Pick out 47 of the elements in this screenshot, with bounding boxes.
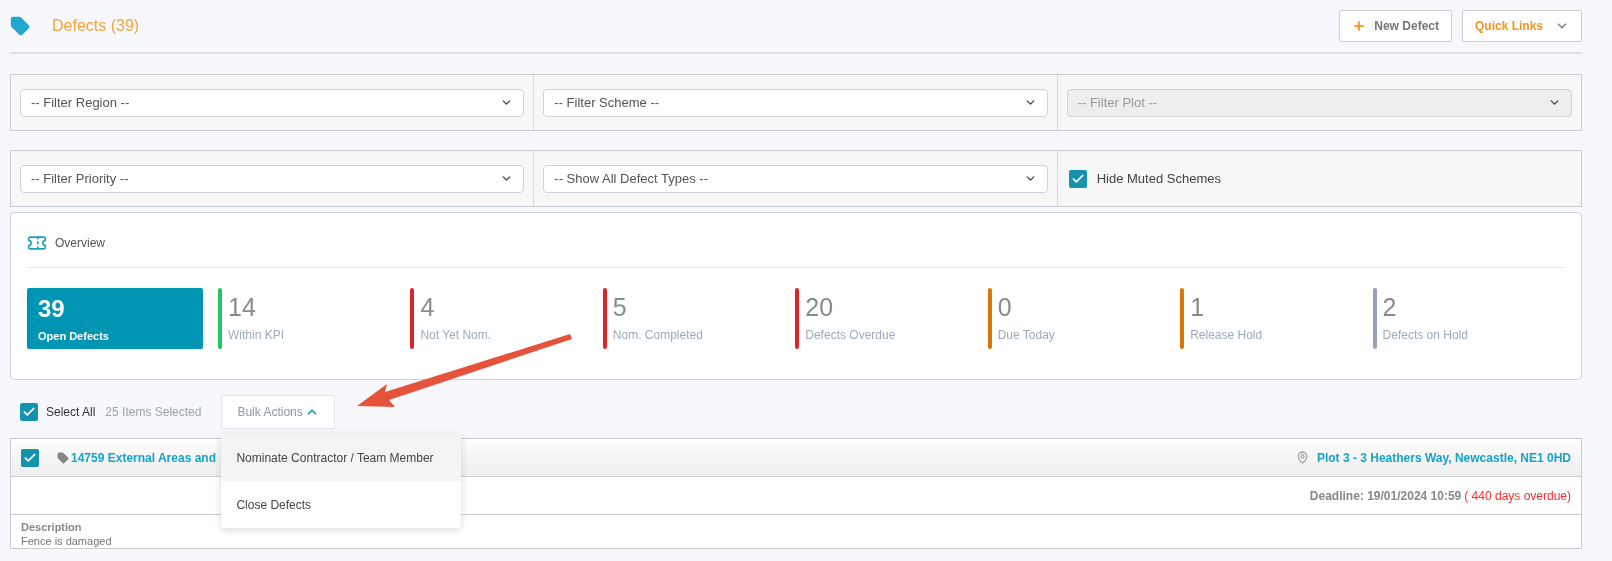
description-text: Fence is damaged [21, 534, 113, 548]
filter-select[interactable]: -- Show All Defect Types -- [543, 164, 1048, 193]
stat-value: 20 [805, 292, 835, 322]
overdue-text: ( 440 days overdue) [1464, 487, 1571, 505]
plus-icon [1352, 19, 1367, 33]
check-icon [22, 405, 36, 419]
tag-icon [10, 16, 30, 36]
stat-value: 2 [1382, 292, 1398, 322]
stat-label: Due Today [997, 327, 1055, 344]
stat-value: 14 [228, 292, 257, 322]
stat-value: 4 [420, 292, 436, 322]
page-title: Defects (39) [52, 16, 140, 36]
overview-title: Overview [55, 234, 105, 252]
button-label: New Defect [1374, 18, 1439, 35]
tag-icon [57, 451, 69, 464]
stat-label: Defects Overdue [805, 327, 896, 344]
stat-value: 1 [1190, 292, 1206, 322]
filter-select[interactable]: -- Filter Region -- [20, 88, 525, 117]
stat-label: Within KPI [228, 327, 284, 344]
menu-item[interactable]: Close Defects [221, 481, 462, 528]
stat-value: 5 [612, 292, 628, 322]
quick-links-button[interactable]: Quick Links [1461, 10, 1582, 42]
menu-item[interactable]: Nominate Contractor / Team Member [221, 434, 462, 481]
description-label: Description [21, 520, 83, 534]
select-all-label: Select All [46, 404, 96, 421]
button-label: Quick Links [1474, 18, 1543, 35]
stat-label: Not Yet Nom. [420, 327, 492, 344]
bulk-actions-button[interactable]: Bulk Actions [221, 395, 335, 429]
map-pin-icon [1295, 451, 1309, 464]
selected-count: 25 Items Selected [105, 404, 202, 421]
tile-label: Open Defects [38, 329, 110, 344]
defect-title-link[interactable]: 14759 External Areas and [71, 448, 216, 467]
filter-select[interactable]: -- Filter Scheme -- [543, 88, 1048, 117]
stat-label: Nom. Completed [612, 327, 703, 344]
stat-label: Defects on Hold [1382, 327, 1468, 344]
deadline-text: Deadline: 19/01/2024 10:59 [1309, 487, 1462, 505]
checkbox[interactable] [20, 403, 38, 421]
checkbox[interactable] [21, 448, 39, 467]
checkbox-label: Hide Muted Schemes [1096, 169, 1221, 188]
new-defect-button[interactable]: New Defect [1339, 10, 1452, 42]
stat-label: Release Hold [1190, 327, 1263, 344]
stat-value: 0 [997, 292, 1013, 322]
tile-value: 39 [38, 295, 66, 323]
open-defects-tile[interactable]: 39 Open Defects [27, 288, 203, 349]
location-link[interactable]: Plot 3 - 3 Heathers Way, Newcastle, NE1 0HD [1316, 448, 1571, 467]
filter-select[interactable]: -- Filter Priority -- [20, 164, 525, 193]
checkbox[interactable] [1068, 169, 1087, 188]
